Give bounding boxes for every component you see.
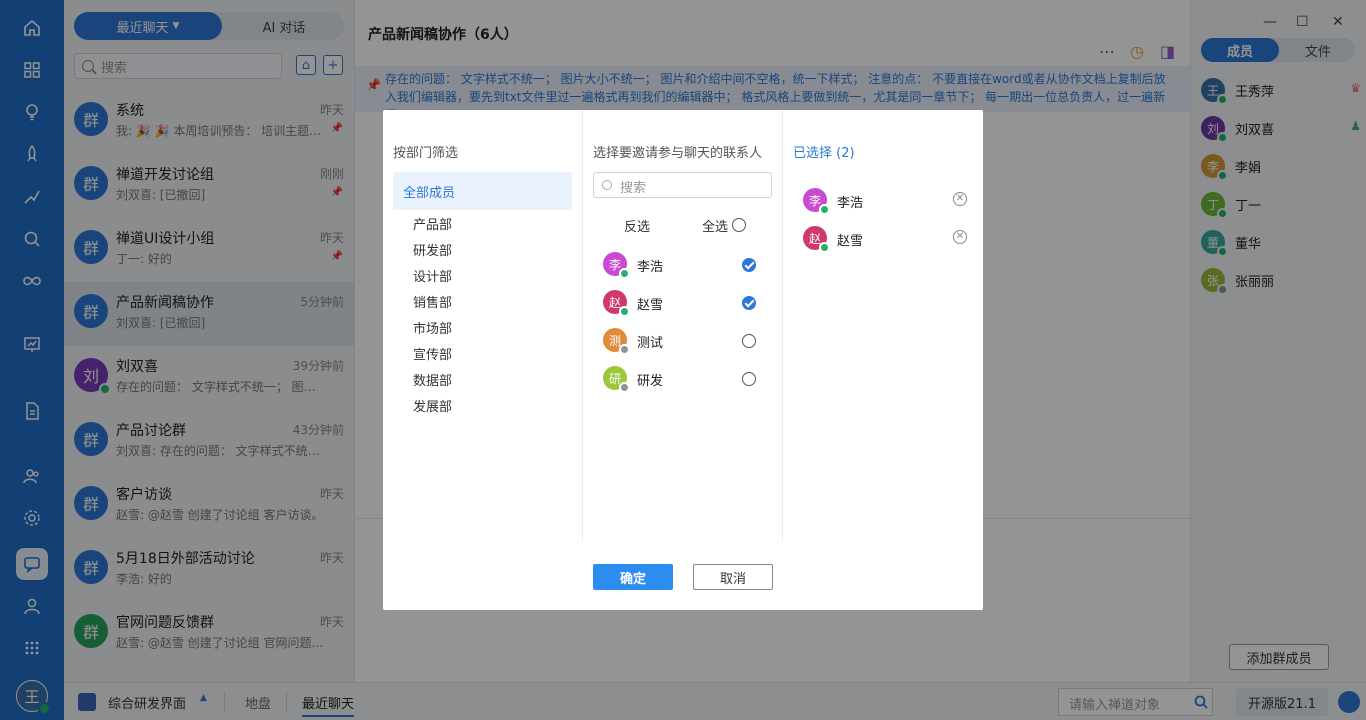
contact-checkbox[interactable] xyxy=(742,372,756,386)
contacts-column: 选择要邀请参与聊天的联系人 搜索 反选 全选 李李浩赵赵雪测测试研研发 xyxy=(583,110,783,542)
contact-checkbox[interactable] xyxy=(742,334,756,348)
status-dot xyxy=(619,344,630,355)
status-dot xyxy=(819,204,830,215)
contact-row[interactable]: 测测试 xyxy=(603,328,763,358)
department-item[interactable]: 数据部 xyxy=(413,370,452,389)
select-all-radio[interactable] xyxy=(732,218,746,232)
avatar: 赵 xyxy=(803,226,830,253)
contact-name: 测试 xyxy=(637,336,664,351)
department-filter-column: 按部门筛选 全部成员 产品部研发部设计部销售部市场部宣传部数据部发展部 xyxy=(383,110,583,542)
selected-contact-row: 李李浩 ✕ xyxy=(803,188,967,218)
avatar: 测 xyxy=(603,328,630,355)
department-all[interactable]: 全部成员 xyxy=(393,172,572,210)
contact-checkbox[interactable] xyxy=(742,296,756,310)
contact-row[interactable]: 李李浩 xyxy=(603,252,763,282)
contact-name: 研发 xyxy=(637,374,664,389)
remove-icon[interactable]: ✕ xyxy=(953,192,967,206)
invite-members-dialog: 按部门筛选 全部成员 产品部研发部设计部销售部市场部宣传部数据部发展部 选择要邀… xyxy=(383,110,983,610)
department-item[interactable]: 设计部 xyxy=(413,266,452,285)
status-dot xyxy=(619,382,630,393)
select-all-label[interactable]: 全选 xyxy=(702,216,728,235)
status-dot xyxy=(619,306,630,317)
avatar: 李 xyxy=(803,188,830,215)
contact-checkbox[interactable] xyxy=(742,258,756,272)
selected-header: 已选择 (2) xyxy=(793,146,855,161)
selected-contact-name: 赵雪 xyxy=(837,234,864,249)
avatar: 研 xyxy=(603,366,630,393)
department-item[interactable]: 发展部 xyxy=(413,396,452,415)
cancel-button[interactable]: 取消 xyxy=(693,564,773,590)
contact-search-input[interactable]: 搜索 xyxy=(593,172,772,198)
selected-column: 已选择 (2) 李李浩 ✕ 赵赵雪 ✕ xyxy=(783,110,983,542)
avatar: 赵 xyxy=(603,290,630,317)
contact-name: 李浩 xyxy=(637,260,664,275)
department-item[interactable]: 销售部 xyxy=(413,292,452,311)
contacts-header: 选择要邀请参与聊天的联系人 xyxy=(593,146,763,161)
search-icon xyxy=(602,180,612,190)
remove-icon[interactable]: ✕ xyxy=(953,230,967,244)
status-dot xyxy=(819,242,830,253)
department-item[interactable]: 宣传部 xyxy=(413,344,452,363)
selected-contact-row: 赵赵雪 ✕ xyxy=(803,226,967,256)
contact-row[interactable]: 赵赵雪 xyxy=(603,290,763,320)
contact-name: 赵雪 xyxy=(637,298,664,313)
department-item[interactable]: 研发部 xyxy=(413,240,452,259)
department-filter-header: 按部门筛选 xyxy=(393,146,459,161)
selected-contact-name: 李浩 xyxy=(837,196,864,211)
status-dot xyxy=(619,268,630,279)
department-item[interactable]: 产品部 xyxy=(413,214,452,233)
invert-selection-button[interactable]: 反选 xyxy=(624,216,650,235)
confirm-button[interactable]: 确定 xyxy=(593,564,673,590)
avatar: 李 xyxy=(603,252,630,279)
department-item[interactable]: 市场部 xyxy=(413,318,452,337)
contact-row[interactable]: 研研发 xyxy=(603,366,763,396)
